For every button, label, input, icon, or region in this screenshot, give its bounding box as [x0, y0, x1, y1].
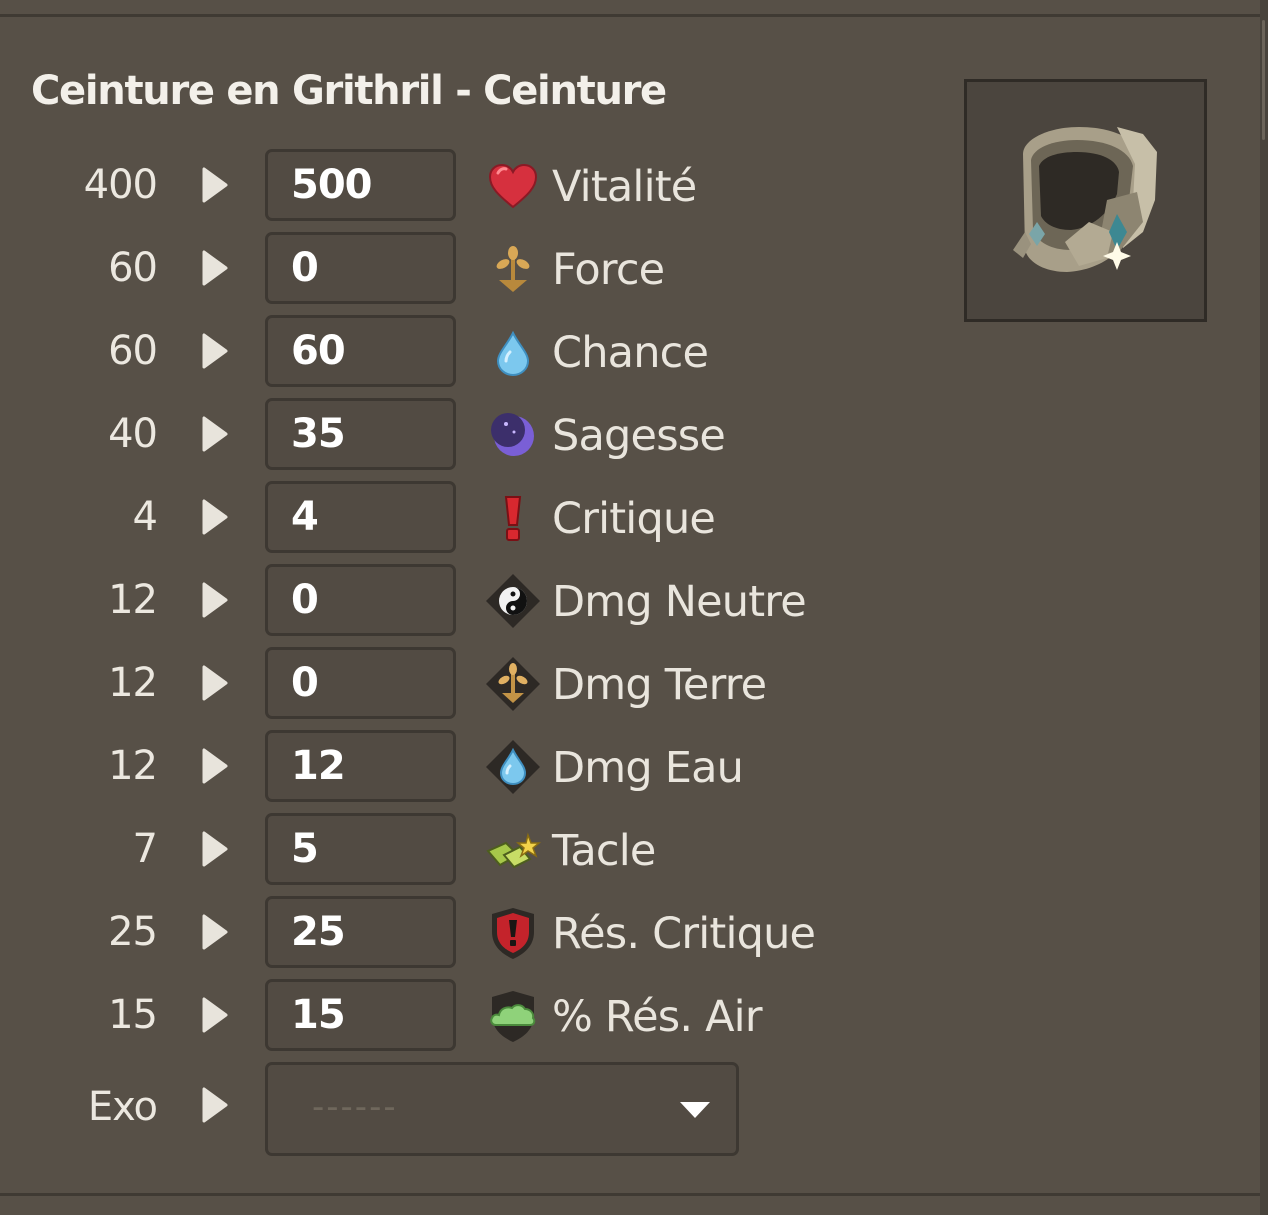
apply-arrow-icon[interactable]: [200, 582, 230, 618]
base-value: 60: [108, 245, 158, 291]
exo-label: Exo: [87, 1084, 158, 1130]
apply-arrow-icon[interactable]: [200, 416, 230, 452]
stat-value-input[interactable]: [265, 730, 456, 802]
base-value: 12: [108, 743, 158, 789]
stat-value-input[interactable]: [265, 564, 456, 636]
stat-row-res-air: 15 % Rés. Air: [0, 979, 900, 1051]
stat-label: Force: [552, 245, 665, 295]
stat-value-input[interactable]: [265, 647, 456, 719]
stat-label: Sagesse: [552, 411, 726, 461]
shield-exclamation-icon: [492, 908, 534, 959]
chevron-down-icon: [680, 1102, 710, 1118]
stat-value-input[interactable]: [265, 232, 456, 304]
stat-row-chance: 60 Chance: [0, 315, 900, 387]
water-damage-icon: [486, 740, 540, 794]
base-value: 15: [108, 992, 158, 1038]
stat-value-input[interactable]: [265, 813, 456, 885]
stat-label: Dmg Neutre: [552, 577, 807, 627]
stat-row-dmg-neutre: 12 Dmg Neutre: [0, 564, 900, 636]
bottom-divider: [0, 1193, 1262, 1196]
apply-arrow-icon[interactable]: [200, 997, 230, 1033]
base-value: 12: [108, 577, 158, 623]
stat-row-tacle: 7 Tacle: [0, 813, 900, 885]
stat-row-res-critique: 25 Rés. Critique: [0, 896, 900, 968]
apply-arrow-icon[interactable]: [200, 748, 230, 784]
stat-label: Dmg Terre: [552, 660, 767, 710]
apply-arrow-icon[interactable]: [200, 167, 230, 203]
stat-label: Chance: [552, 328, 709, 378]
base-value: 25: [108, 909, 158, 955]
stat-label: Vitalité: [552, 162, 697, 212]
stat-value-input[interactable]: [265, 398, 456, 470]
stat-value-input[interactable]: [265, 896, 456, 968]
stat-value-input[interactable]: [265, 149, 456, 221]
stat-row-sagesse: 40 Sagesse: [0, 398, 900, 470]
stat-row-dmg-terre: 12 Dmg Terre: [0, 647, 900, 719]
air-cloud-icon: [490, 991, 536, 1042]
stat-label: Rés. Critique: [552, 909, 816, 959]
water-drop-icon: [496, 330, 530, 377]
item-title: Ceinture en Grithril - Ceinture: [31, 68, 667, 114]
apply-arrow-icon[interactable]: [200, 665, 230, 701]
earth-damage-icon: [486, 657, 540, 711]
lock-tackle-icon: [486, 832, 542, 869]
exo-placeholder: ------: [312, 1087, 398, 1127]
stat-label: Dmg Eau: [552, 743, 744, 793]
belt-item-icon: [1013, 127, 1157, 272]
stat-label: % Rés. Air: [552, 992, 763, 1042]
stat-row-dmg-eau: 12 Dmg Eau: [0, 730, 900, 802]
base-value: 7: [132, 826, 158, 872]
item-image-frame: [964, 79, 1207, 322]
stat-row-force: 60 Force: [0, 232, 900, 304]
exo-row: Exo ------: [0, 1062, 900, 1156]
base-value: 40: [108, 411, 158, 457]
apply-arrow-icon[interactable]: [200, 499, 230, 535]
stat-value-input[interactable]: [265, 315, 456, 387]
top-divider: [0, 14, 1262, 17]
base-value: 400: [83, 162, 158, 208]
exo-dropdown[interactable]: ------: [265, 1062, 739, 1156]
base-value: 12: [108, 660, 158, 706]
stat-row-critique: 4 Critique: [0, 481, 900, 553]
stat-label: Critique: [552, 494, 716, 544]
apply-arrow-icon[interactable]: [200, 914, 230, 950]
stat-value-input[interactable]: [265, 979, 456, 1051]
base-value: 4: [132, 494, 158, 540]
base-value: 60: [108, 328, 158, 374]
moon-icon: [491, 413, 534, 456]
apply-arrow-icon[interactable]: [200, 250, 230, 286]
apply-arrow-icon[interactable]: [200, 333, 230, 369]
stat-label: Tacle: [552, 826, 656, 876]
apply-arrow-icon[interactable]: [200, 831, 230, 867]
yin-yang-icon: [486, 574, 540, 628]
heart-icon: [488, 163, 538, 209]
apply-arrow-icon[interactable]: [200, 1087, 230, 1123]
exclamation-icon: [504, 496, 522, 541]
stat-value-input[interactable]: [265, 481, 456, 553]
stat-row-vitalite: 400 Vitalité: [0, 149, 900, 221]
panel-scrollbar[interactable]: [1260, 0, 1268, 1215]
earth-sprout-icon: [496, 246, 530, 292]
